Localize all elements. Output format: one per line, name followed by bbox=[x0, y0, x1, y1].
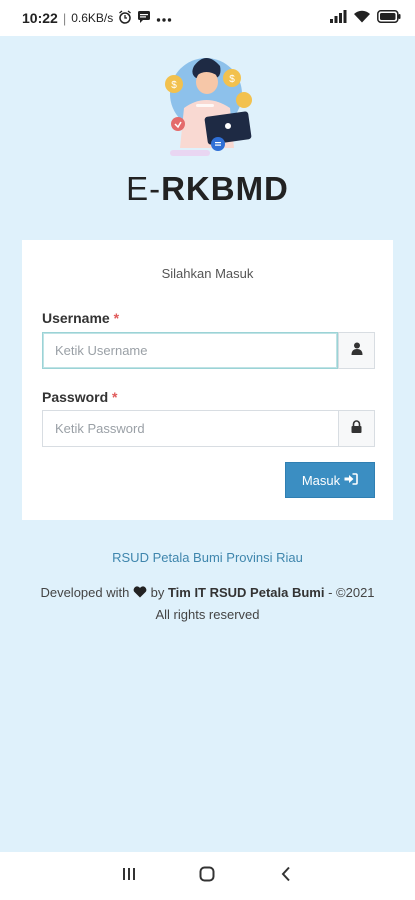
rights-text: All rights reserved bbox=[155, 607, 260, 623]
app-title-main: RKBMD bbox=[161, 170, 289, 207]
status-divider: | bbox=[62, 10, 67, 26]
home-button[interactable] bbox=[187, 856, 227, 896]
status-left: 10:22 | 0.6KB/s bbox=[22, 9, 172, 27]
sign-in-icon bbox=[344, 472, 358, 488]
password-required-mark: * bbox=[112, 389, 118, 405]
app-title-prefix: E- bbox=[126, 170, 162, 207]
by-text: by bbox=[150, 585, 165, 600]
footer-credits: Developed with by Tim IT RSUD Petala Bum… bbox=[0, 582, 415, 625]
battery-icon bbox=[377, 10, 401, 26]
app-title: E-RKBMD bbox=[0, 170, 415, 208]
back-icon bbox=[281, 866, 291, 887]
org-link[interactable]: RSUD Petala Bumi Provinsi Riau bbox=[0, 550, 415, 565]
home-icon bbox=[199, 866, 215, 887]
password-label: Password * bbox=[42, 389, 117, 405]
username-required-mark: * bbox=[113, 310, 120, 326]
username-label: Username * bbox=[42, 310, 119, 326]
system-nav-bar bbox=[0, 852, 415, 900]
svg-text:$: $ bbox=[229, 74, 235, 85]
copyright-year: - ©2021 bbox=[328, 585, 375, 600]
login-submit-label: Masuk bbox=[301, 472, 341, 488]
alarm-icon bbox=[118, 9, 132, 27]
user-icon bbox=[351, 342, 363, 360]
heart-icon bbox=[133, 583, 147, 604]
team-name: Tim IT RSUD Petala Bumi bbox=[167, 585, 325, 600]
login-heading: Silahkan Masuk bbox=[161, 266, 254, 281]
username-input-group bbox=[42, 332, 375, 369]
username-addon bbox=[338, 332, 375, 369]
username-label-text: Username bbox=[42, 310, 110, 326]
login-card: Silahkan Masuk Username * Password * bbox=[22, 240, 393, 520]
more-dots-icon bbox=[156, 11, 172, 26]
recents-icon bbox=[121, 867, 137, 886]
status-time: 10:22 bbox=[22, 10, 58, 26]
lock-icon bbox=[351, 419, 362, 438]
status-speed: 0.6KB/s bbox=[71, 11, 114, 25]
recents-button[interactable] bbox=[109, 856, 149, 896]
wifi-icon bbox=[353, 10, 371, 26]
username-input[interactable] bbox=[42, 332, 338, 369]
password-input[interactable] bbox=[42, 410, 338, 447]
svg-text:$: $ bbox=[171, 80, 177, 91]
signal-icon bbox=[330, 10, 347, 26]
password-label-text: Password bbox=[42, 389, 109, 405]
footer-credit-line: Developed with by Tim IT RSUD Petala Bum… bbox=[0, 582, 415, 604]
status-bar: 10:22 | 0.6KB/s bbox=[0, 0, 415, 36]
password-addon bbox=[338, 410, 375, 447]
developed-with-text: Developed with bbox=[40, 585, 130, 600]
main-content: $ $ E-RKBMD Silahkan Masuk Username * Ke… bbox=[0, 36, 415, 852]
hero-illustration: $ $ bbox=[160, 52, 260, 160]
status-right bbox=[330, 10, 401, 26]
message-icon bbox=[137, 10, 151, 26]
login-submit-button[interactable]: Masuk bbox=[285, 462, 375, 498]
password-input-group bbox=[42, 410, 375, 447]
back-button[interactable] bbox=[266, 856, 306, 896]
